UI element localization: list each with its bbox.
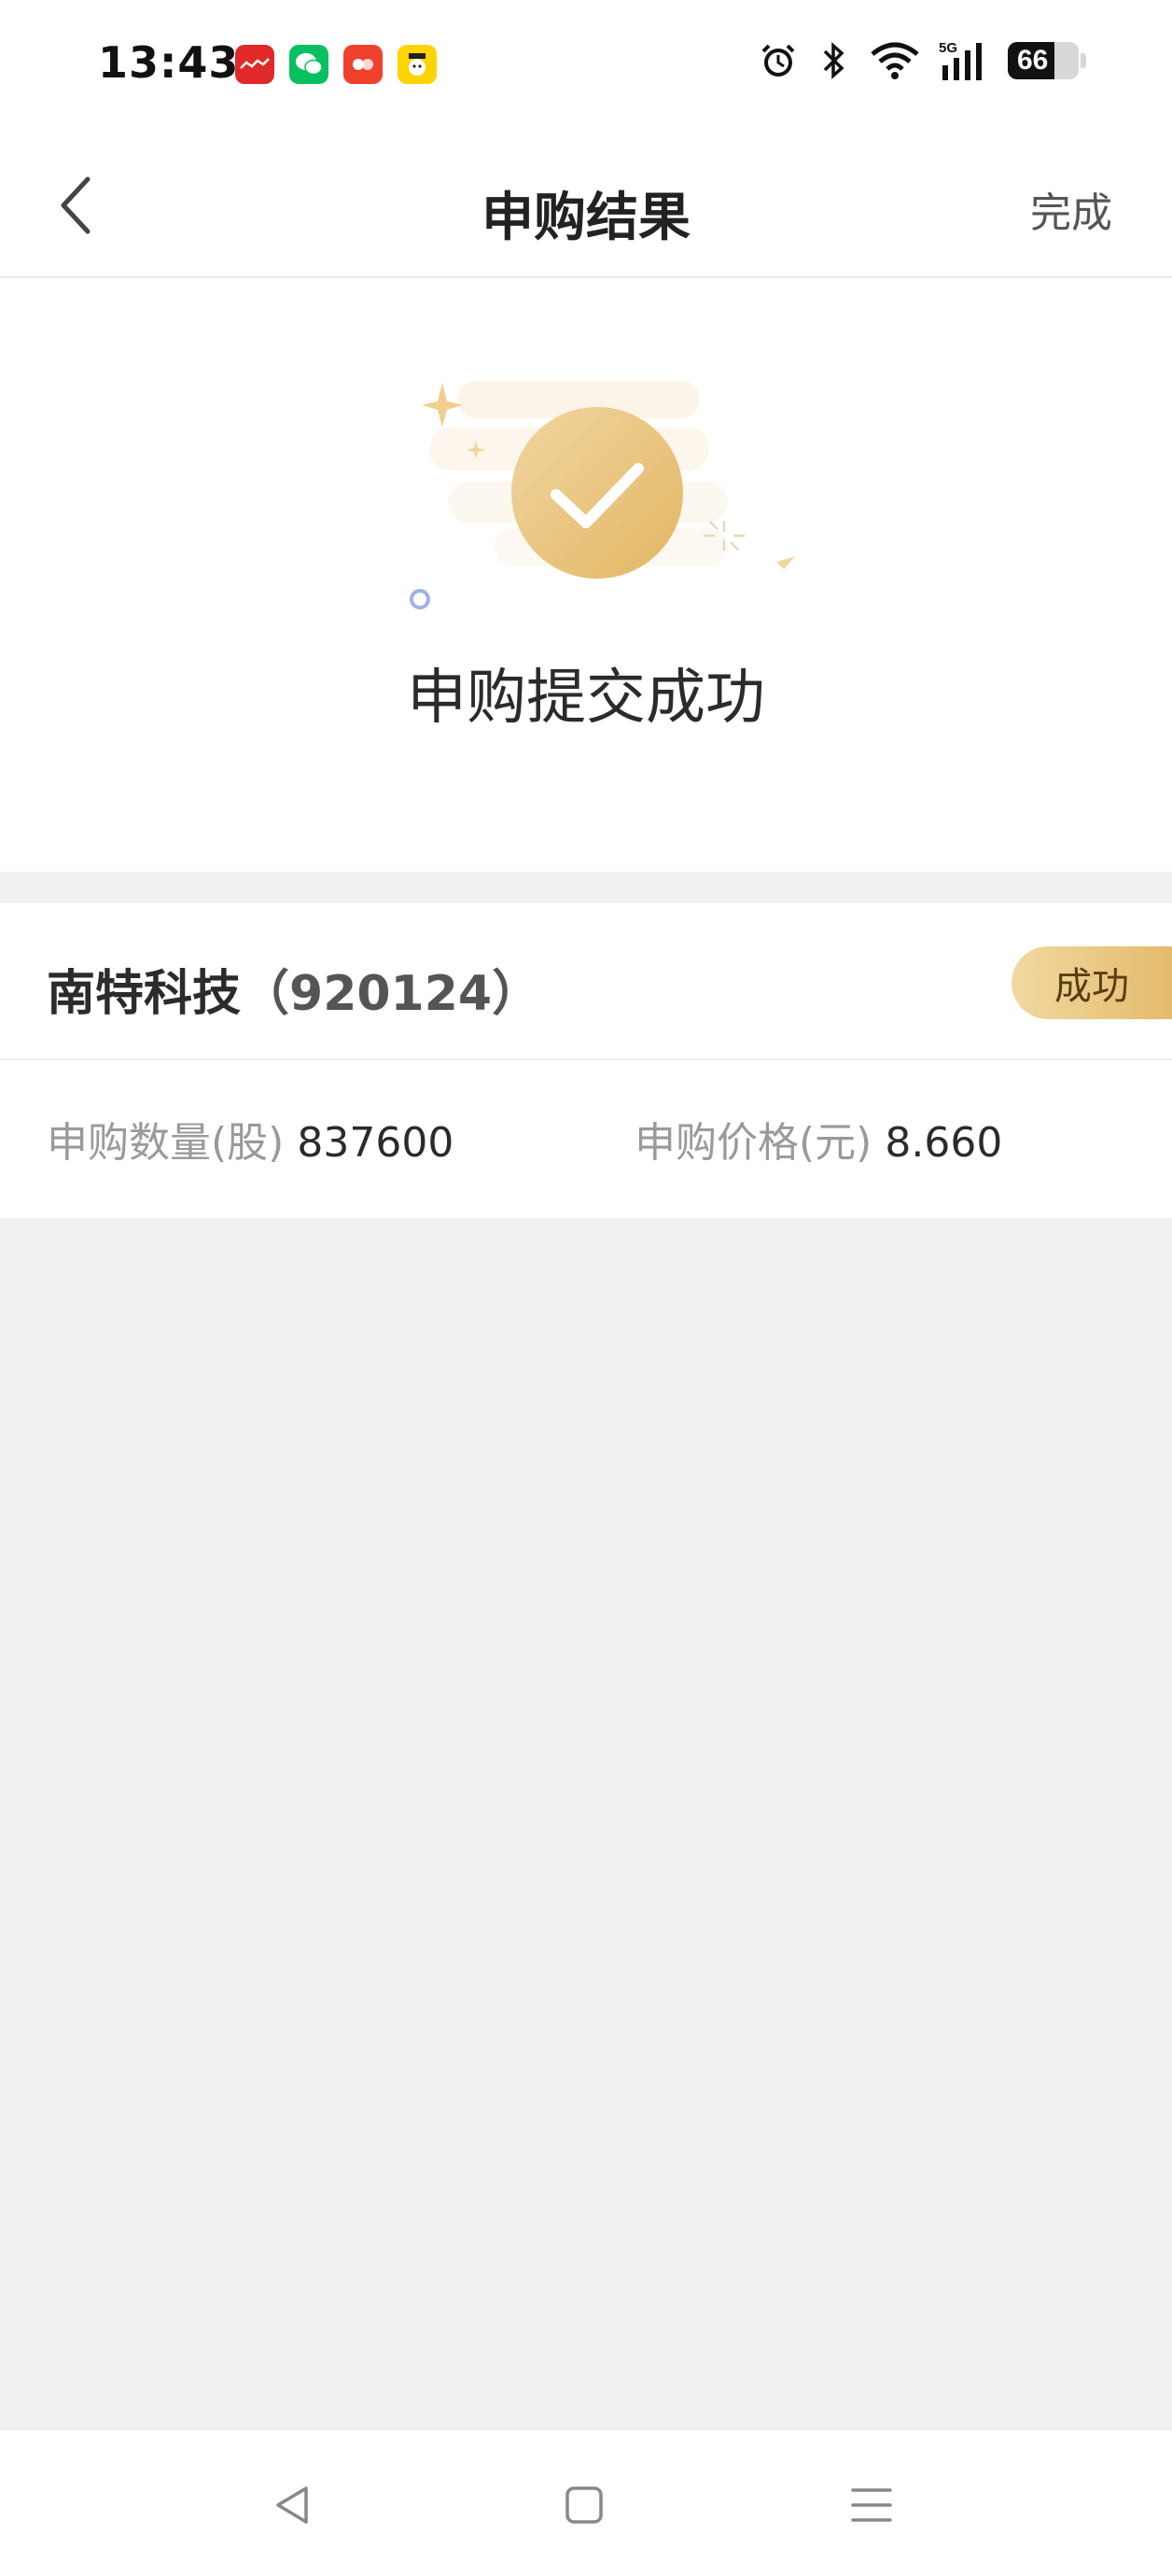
menu-lines-icon: [851, 2488, 892, 2522]
stock-name: 南特科技: [47, 966, 242, 1022]
stock-code: （920124）: [241, 966, 541, 1022]
stock-title: 南特科技（920124）: [47, 954, 540, 1024]
price-field: 申购价格(元) 8.660: [635, 1109, 1002, 1169]
app-yellow-icon: [398, 45, 437, 84]
page-title: 申购结果: [481, 188, 691, 248]
done-button[interactable]: 完成: [1030, 179, 1112, 239]
back-triangle-icon: [276, 2486, 308, 2524]
bluetooth-icon: [817, 40, 851, 81]
result-message: 申购提交成功: [407, 664, 765, 733]
status-badge: 成功: [1012, 946, 1172, 1019]
nav-bar: 申购结果 完成: [0, 131, 1172, 278]
system-nav-bar: [0, 2430, 1172, 2576]
check-circle-icon: [410, 381, 795, 609]
notification-icons: [235, 45, 437, 84]
stock-card: 南特科技（920124） 成功 申购数量(股) 837600 申购价格(元) 8.6…: [0, 903, 1172, 1218]
system-home-button[interactable]: [556, 2477, 612, 2533]
battery-icon: 66: [1008, 42, 1079, 79]
5g-signal-icon: 5G: [939, 39, 989, 82]
system-back-button[interactable]: [265, 2477, 321, 2533]
system-icons: 5G 66: [758, 39, 1086, 82]
battery-level: 66: [1017, 45, 1049, 76]
wifi-icon: [870, 41, 920, 80]
app-root: 13:43 5G 66 申购结果 完成 申购提交成功 南特科技（920124） …: [0, 0, 1172, 2576]
status-bar: 13:43 5G 66: [0, 0, 1172, 131]
result-hero: 申购提交成功: [0, 278, 1172, 872]
quantity-value: 837600: [297, 1119, 454, 1167]
alarm-icon: [758, 40, 799, 81]
price-label: 申购价格(元): [635, 1119, 872, 1167]
stock-fields: 申购数量(股) 837600 申购价格(元) 8.660: [0, 1060, 1172, 1218]
wechat-icon: [289, 45, 328, 84]
app-red-icon: [235, 45, 274, 84]
app-orange-icon: [343, 45, 383, 84]
quantity-label: 申购数量(股): [47, 1119, 285, 1167]
stock-header: 南特科技（920124） 成功: [0, 903, 1172, 1060]
status-time: 13:43: [98, 37, 240, 88]
system-menu-button[interactable]: [844, 2477, 900, 2533]
price-value: 8.660: [885, 1119, 1003, 1167]
home-square-icon: [565, 2486, 603, 2524]
svg-text:5G: 5G: [939, 40, 957, 56]
quantity-field: 申购数量(股) 837600: [47, 1109, 453, 1169]
